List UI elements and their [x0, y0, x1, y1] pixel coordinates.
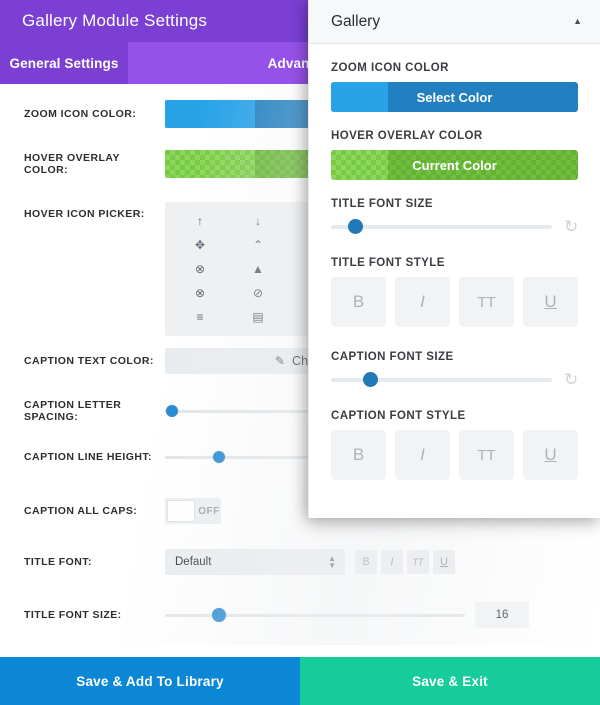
hover-icon-option[interactable]: ⌃	[229, 234, 287, 256]
label-zoom-icon-color: Zoom Icon Color:	[24, 108, 137, 120]
gp-caption-font-size-slider[interactable]	[331, 372, 552, 388]
gp-caption-font-style-buttons: B I TT U	[331, 430, 578, 480]
label-title-font: Title Font:	[24, 556, 92, 568]
chevron-updown-icon: ▲ ▼	[328, 553, 336, 570]
gallery-settings-panel: Gallery ▲ Zoom Icon Color Select Color H…	[308, 0, 600, 518]
reset-arrow-icon[interactable]: ↺	[564, 217, 578, 236]
gp-hover-overlay-color-swatch-button[interactable]: Current Color	[331, 150, 578, 180]
hover-icon-option[interactable]: ⊘	[229, 282, 287, 304]
alpha-strip	[331, 150, 388, 180]
gp-label-hover-overlay-color: Hover Overlay Color	[331, 130, 483, 142]
slider-knob[interactable]	[213, 451, 225, 463]
gp-zoom-icon-color-swatch-button[interactable]: Select Color	[331, 82, 578, 112]
gp-label-caption-font-size: Caption Font Size	[331, 351, 454, 363]
hover-icon-option[interactable]: ↑	[171, 210, 229, 232]
app-root: Gallery Module Settings General Settings…	[0, 0, 600, 705]
tab-general-settings[interactable]: General Settings	[0, 42, 128, 84]
gp-caption-style-italic-button[interactable]: I	[395, 430, 450, 480]
label-title-font-size: Title Font Size:	[24, 609, 122, 621]
slider-knob[interactable]	[166, 405, 179, 417]
gp-label-title-font-style: Title Font Style	[331, 257, 445, 269]
slider-knob[interactable]	[212, 608, 226, 622]
label-caption-letter-spacing: Caption Letter Spacing:	[24, 399, 122, 423]
gp-title-font-size-row: ↺	[331, 217, 578, 236]
gp-title-style-underline-button[interactable]: U	[523, 277, 578, 327]
hover-icon-option[interactable]: ✥	[171, 234, 229, 256]
gp-title-style-bold-button[interactable]: B	[331, 277, 386, 327]
hover-icon-option[interactable]: ⊗	[171, 282, 229, 304]
gp-caption-font-size-row: ↺	[331, 370, 578, 389]
reset-arrow-icon[interactable]: ↺	[564, 370, 578, 389]
gp-title-style-italic-button[interactable]: I	[395, 277, 450, 327]
hover-icon-option[interactable]: ≡	[171, 306, 229, 328]
label-hover-overlay-color: Hover Overlay Color:	[24, 152, 120, 176]
tab-general-settings-label: General Settings	[9, 55, 119, 71]
gp-caption-style-uppercase-button[interactable]: TT	[459, 430, 514, 480]
gp-title-style-uppercase-button[interactable]: TT	[459, 277, 514, 327]
gp-title-font-size-slider[interactable]	[331, 219, 552, 235]
control-title-font-size: 16	[165, 602, 600, 628]
modal-action-bar: Save & Add To Library Save & Exit	[0, 657, 600, 705]
label-caption-all-caps: Caption All Caps:	[24, 505, 138, 517]
caption-all-caps-toggle[interactable]: OFF	[165, 498, 221, 524]
save-and-add-to-library-button[interactable]: Save & Add To Library	[0, 657, 300, 705]
alpha-strip	[165, 150, 255, 178]
page-title: Gallery Module Settings	[22, 11, 208, 30]
toggle-knob	[167, 500, 195, 522]
title-style-bold-button[interactable]: B	[355, 550, 377, 574]
hover-icon-option[interactable]: ⊗	[171, 258, 229, 280]
gp-caption-style-bold-button[interactable]: B	[331, 430, 386, 480]
eyedropper-icon: ✎	[274, 354, 286, 368]
gp-title-font-style-buttons: B I TT U	[331, 277, 578, 327]
hover-icon-option[interactable]: ↓	[229, 210, 287, 232]
control-title-font: Default ▲ ▼ B I TT U	[165, 549, 600, 575]
title-font-style-buttons: B I TT U	[355, 550, 455, 574]
label-caption-text-color: Caption Text Color:	[24, 355, 154, 367]
slider-track	[165, 613, 465, 617]
slider-knob[interactable]	[347, 219, 363, 234]
row-title-font-size: Title Font Size: 16	[0, 602, 600, 628]
gp-label-zoom-icon-color: Zoom Icon Color	[331, 62, 449, 74]
alpha-strip	[331, 82, 388, 112]
title-style-underline-button[interactable]: U	[433, 550, 455, 574]
title-font-select[interactable]: Default ▲ ▼	[165, 549, 345, 575]
title-font-size-slider[interactable]	[165, 607, 465, 623]
gp-label-title-font-size: Title Font Size	[331, 198, 433, 210]
row-title-font: Title Font: Default ▲ ▼ B I TT U	[0, 549, 600, 575]
hover-icon-option[interactable]: ▲	[229, 258, 287, 280]
triangle-up-icon[interactable]: ▲	[573, 17, 582, 26]
gp-caption-style-underline-button[interactable]: U	[523, 430, 578, 480]
gallery-panel-header: Gallery ▲	[309, 0, 600, 44]
alpha-strip	[165, 100, 255, 128]
caption-all-caps-state: OFF	[198, 505, 220, 517]
title-font-size-value[interactable]: 16	[475, 602, 529, 628]
gallery-panel-body: Zoom Icon Color Select Color Hover Overl…	[309, 44, 600, 480]
gallery-panel-title: Gallery	[331, 12, 381, 30]
title-style-italic-button[interactable]: I	[381, 550, 403, 574]
gp-label-caption-font-style: Caption Font Style	[331, 410, 466, 422]
hover-icon-option[interactable]: ▤	[229, 306, 287, 328]
title-font-selected-value: Default	[175, 556, 212, 568]
label-caption-line-height: Caption Line Height:	[24, 451, 153, 463]
title-style-uppercase-button[interactable]: TT	[407, 550, 429, 574]
gp-hover-overlay-color-button-label: Current Color	[412, 157, 497, 173]
label-hover-icon-picker: Hover Icon Picker:	[24, 208, 145, 220]
slider-knob[interactable]	[363, 372, 379, 387]
slider-track	[331, 224, 552, 229]
gp-zoom-icon-color-button-label: Select Color	[416, 89, 493, 105]
save-and-exit-button[interactable]: Save & Exit	[300, 657, 600, 705]
